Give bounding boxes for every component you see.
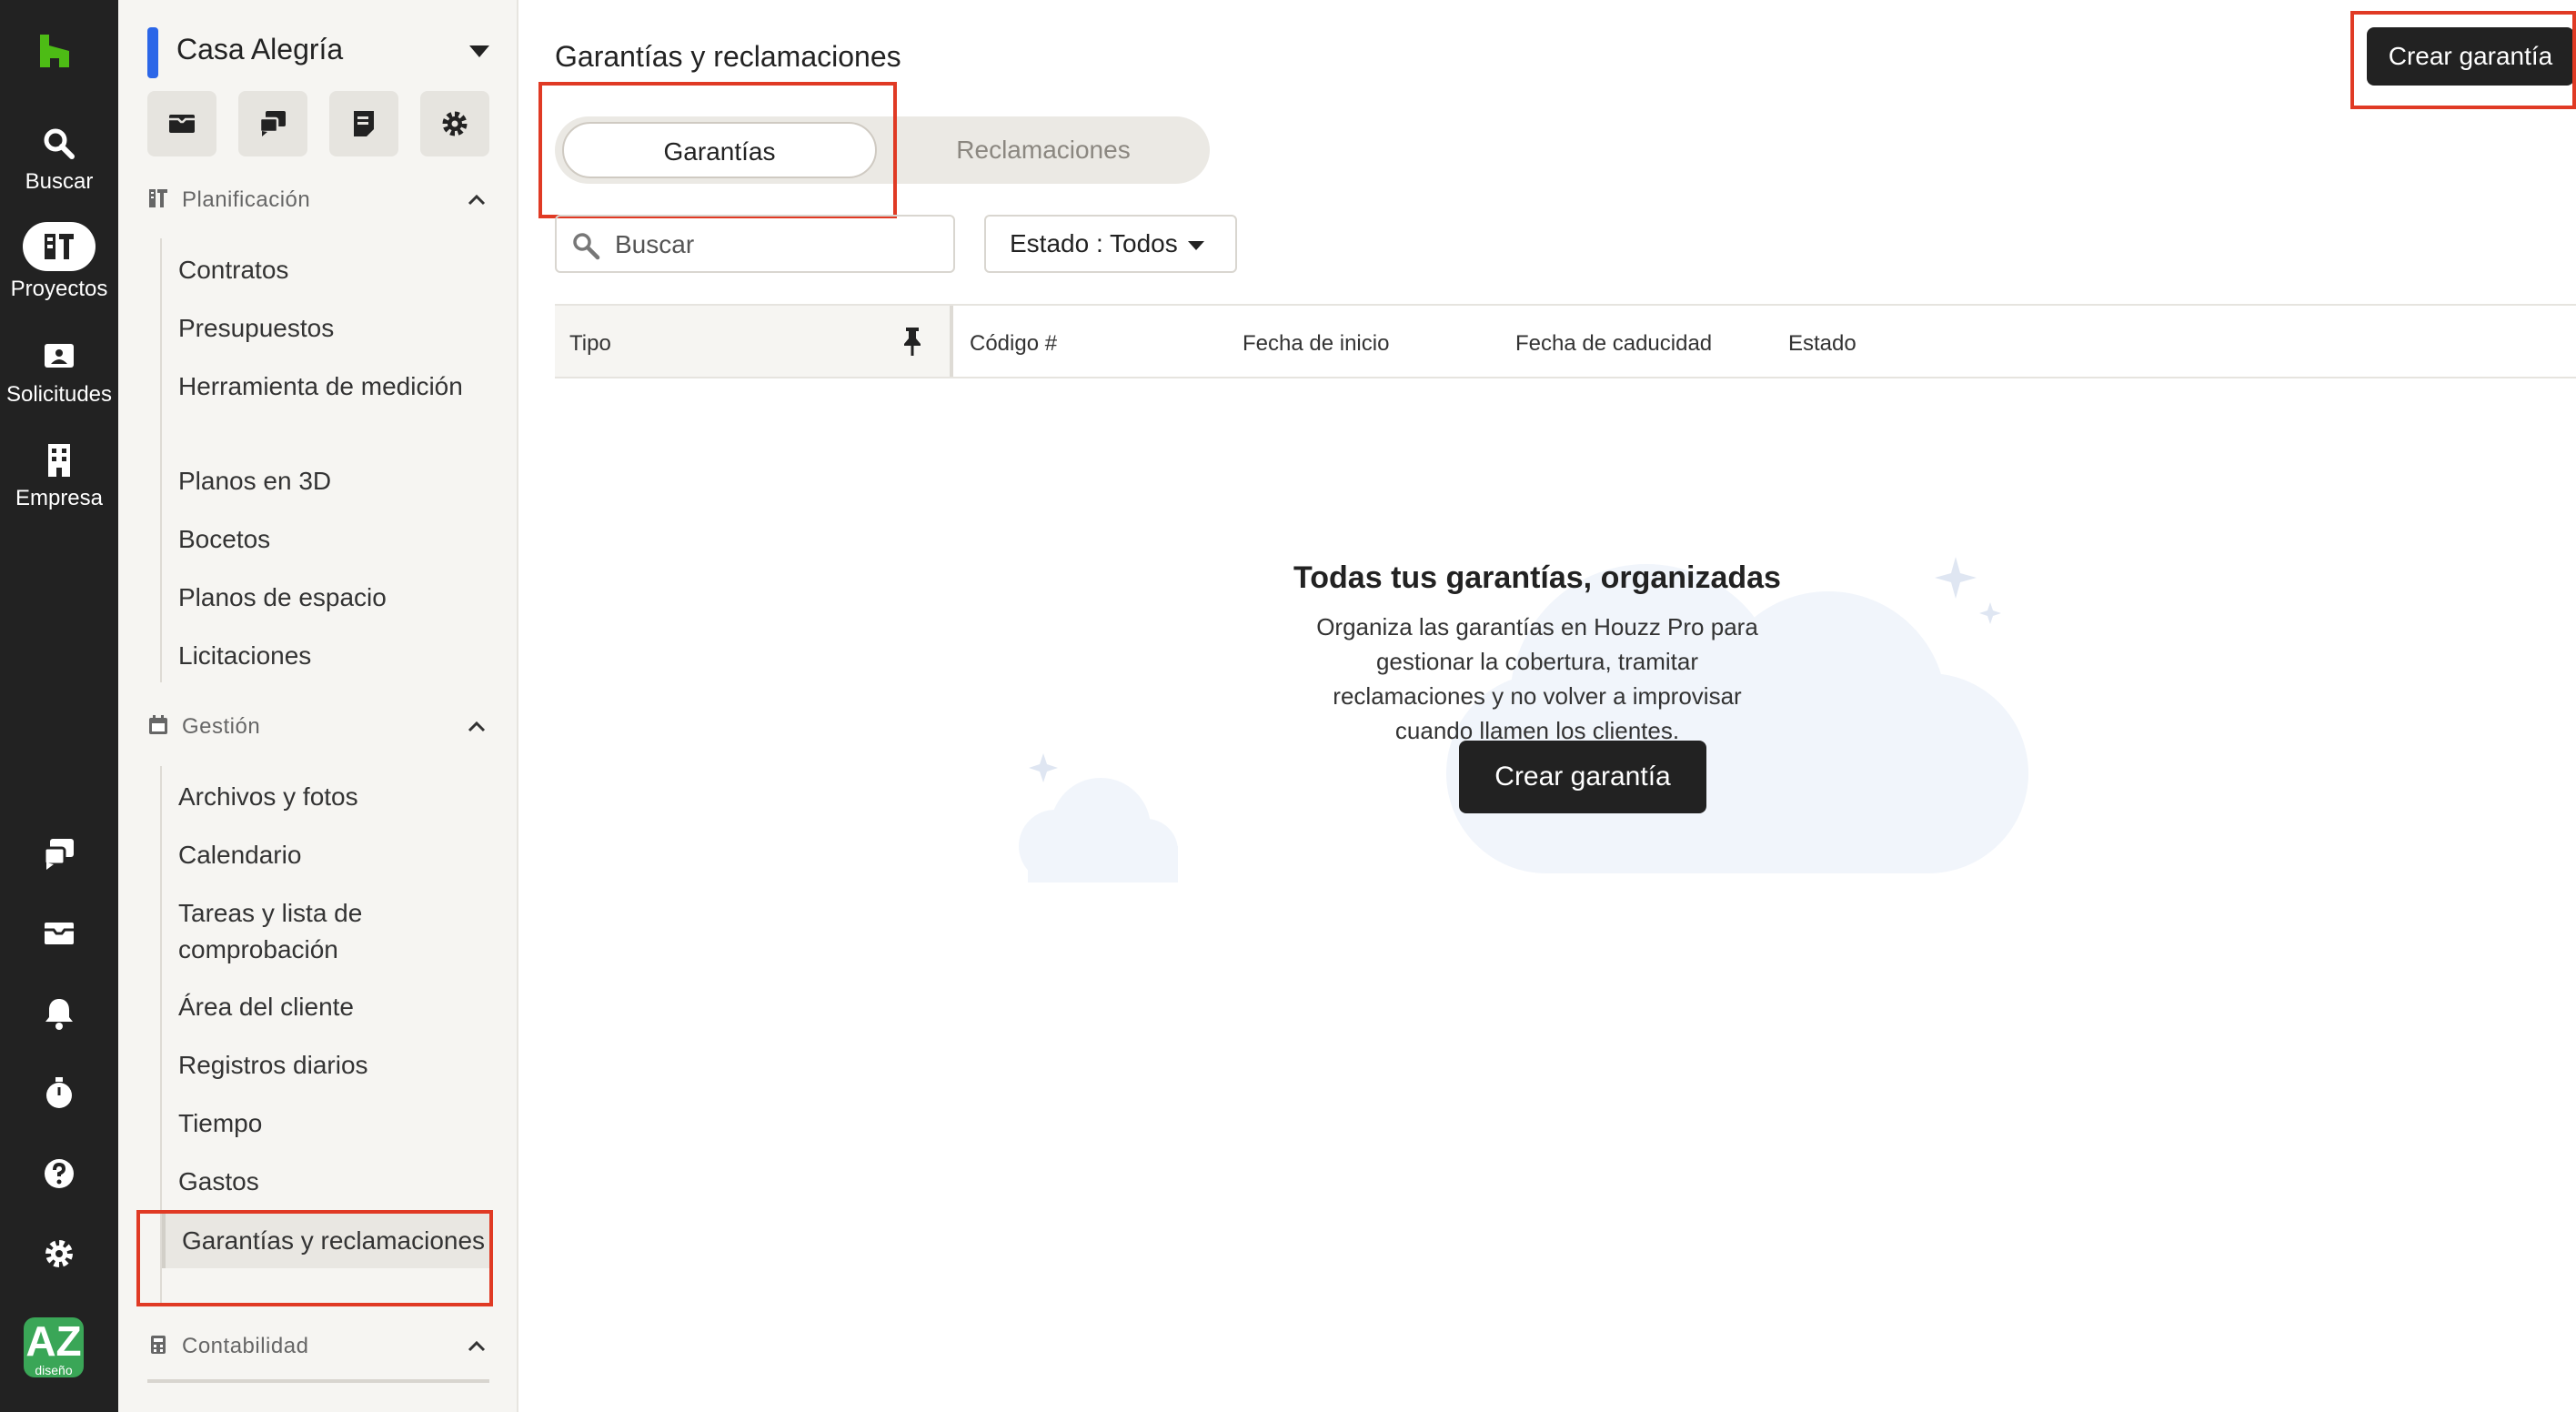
building-icon [48, 444, 70, 477]
quick-mail-button[interactable] [147, 91, 216, 156]
rail-item-search[interactable]: Buscar [0, 126, 118, 195]
caret-down-icon [1188, 241, 1204, 250]
sidebar-item-licitaciones[interactable]: Licitaciones [178, 638, 484, 674]
section-contabilidad[interactable]: Contabilidad [147, 1330, 493, 1367]
rail-item-requests[interactable]: Solicitudes [0, 338, 118, 408]
left-rail: Buscar Proyectos Solicitudes Empresa AZ … [0, 0, 118, 1412]
chevron-up-icon [468, 1340, 486, 1352]
quick-settings-button[interactable] [420, 91, 489, 156]
chevron-up-icon [468, 721, 486, 732]
rail-item-label: Empresa [15, 486, 104, 510]
quick-document-button[interactable] [329, 91, 398, 156]
sidebar-item-registros-diarios[interactable]: Registros diarios [178, 1047, 484, 1084]
help-icon [45, 1159, 74, 1188]
sidebar-item-bocetos[interactable]: Bocetos [178, 521, 484, 558]
column-tipo[interactable]: Tipo [555, 306, 953, 377]
timer-icon [46, 1077, 72, 1108]
status-filter-dropdown[interactable]: Estado : Todos [984, 215, 1237, 273]
document-icon [354, 111, 374, 136]
project-name: Casa Alegría [176, 33, 344, 66]
chat-icon [258, 111, 286, 136]
sidebar-item-area-cliente[interactable]: Área del cliente [178, 989, 484, 1025]
rail-item-company[interactable]: Empresa [0, 442, 118, 511]
page-title: Garantías y reclamaciones [555, 40, 901, 73]
inbox-icon [45, 923, 74, 944]
empty-state: Todas tus garantías, organizadas Organiz… [964, 491, 2110, 892]
sidebar-item-calendario[interactable]: Calendario [178, 837, 484, 873]
rail-item-label: Buscar [25, 169, 94, 194]
calculator-icon [151, 1336, 166, 1354]
sidebar-item-gastos[interactable]: Gastos [178, 1164, 484, 1200]
highlight-box [136, 1210, 493, 1306]
quick-chat-button[interactable] [238, 91, 307, 156]
highlight-box [538, 82, 897, 218]
avatar[interactable]: AZ diseño [24, 1317, 84, 1377]
rail-inbox[interactable] [0, 915, 118, 952]
create-warranty-button[interactable]: Crear garantía [1459, 741, 1706, 813]
column-header-label: Tipo [569, 331, 611, 356]
tab-reclamaciones[interactable]: Reclamaciones [882, 122, 1204, 178]
chat-icon [43, 839, 74, 870]
planning-icon [149, 189, 167, 207]
project-sidebar: Casa Alegría Planificación Contratos Pre… [118, 0, 518, 1412]
sidebar-item-presupuestos[interactable]: Presupuestos [178, 310, 484, 347]
sidebar-item-tareas[interactable]: Tareas y lista de comprobación [178, 895, 484, 968]
sidebar-item-herramienta-medicion[interactable]: Herramienta de medición [178, 368, 484, 405]
search-input[interactable] [615, 226, 942, 264]
requests-icon [45, 344, 74, 368]
chevron-down-icon [469, 45, 489, 57]
sidebar-item-contratos[interactable]: Contratos [178, 252, 484, 288]
column-estado[interactable]: Estado [1788, 331, 1857, 357]
settings-icon [442, 111, 468, 136]
table-header: Tipo Código # Fecha de inicio Fecha de c… [555, 304, 2576, 378]
empty-state-title: Todas tus garantías, organizadas [1293, 560, 1781, 595]
rail-help[interactable] [0, 1155, 118, 1192]
rail-chat[interactable] [0, 835, 118, 872]
main-content: Garantías y reclamaciones Crear garantía… [518, 0, 2576, 1412]
search-icon [573, 233, 600, 260]
pin-icon[interactable] [899, 326, 926, 357]
highlight-box [2350, 11, 2576, 109]
section-planificacion[interactable]: Planificación [147, 184, 493, 220]
project-color-bar [147, 27, 158, 78]
rail-timer[interactable] [0, 1075, 118, 1112]
sidebar-item-archivos-fotos[interactable]: Archivos y fotos [178, 779, 484, 815]
bell-icon [45, 999, 73, 1030]
column-fecha-inicio[interactable]: Fecha de inicio [1243, 331, 1389, 357]
houzz-logo-icon[interactable] [35, 31, 75, 71]
status-filter-label: Estado : Todos [1010, 229, 1178, 257]
search-icon [44, 128, 75, 159]
settings-icon [45, 1240, 73, 1267]
rail-item-label: Solicitudes [5, 382, 113, 407]
projects-icon [45, 234, 74, 259]
column-codigo[interactable]: Código # [970, 331, 1057, 357]
rail-item-projects[interactable]: Proyectos [0, 222, 118, 302]
project-selector[interactable]: Casa Alegría [147, 27, 493, 78]
rail-item-label: Proyectos [10, 277, 108, 301]
mail-icon [169, 115, 195, 133]
sidebar-item-planos-3d[interactable]: Planos en 3D [178, 463, 484, 499]
section-gestion[interactable]: Gestión [147, 711, 493, 747]
sidebar-item-planos-espacio[interactable]: Planos de espacio [178, 580, 484, 616]
empty-state-description: Organiza las garantías en Houzz Pro para… [1316, 613, 1758, 744]
rail-settings[interactable] [0, 1236, 118, 1272]
quick-actions [147, 91, 489, 156]
search-box [555, 215, 955, 273]
chevron-up-icon [468, 194, 486, 206]
rail-notifications[interactable] [0, 995, 118, 1032]
calendar-icon [149, 715, 167, 734]
sidebar-item-tiempo[interactable]: Tiempo [178, 1105, 484, 1142]
column-fecha-caducidad[interactable]: Fecha de caducidad [1515, 331, 1712, 357]
